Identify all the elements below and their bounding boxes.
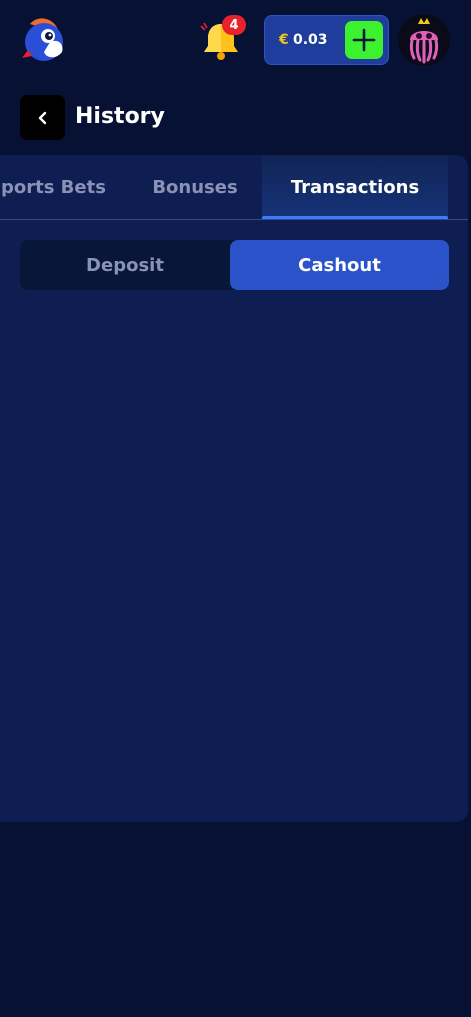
tab-transactions[interactable]: Transactions — [262, 155, 448, 219]
user-avatar[interactable] — [398, 14, 450, 66]
balance-widget[interactable]: € 0.03 — [264, 15, 389, 65]
deposit-segment-button[interactable]: Deposit — [20, 240, 230, 290]
jellyfish-avatar-icon — [409, 18, 439, 64]
history-tabs: Sports Bets Bonuses Transactions — [0, 155, 468, 220]
chevron-left-icon — [38, 111, 46, 124]
tab-bonuses[interactable]: Bonuses — [138, 155, 252, 219]
bird-logo-icon[interactable] — [20, 16, 66, 64]
tab-label: Bonuses — [152, 176, 238, 198]
page-title: History — [75, 104, 165, 129]
tab-label: Transactions — [290, 176, 420, 198]
balance-amount: 0.03 — [293, 32, 328, 48]
history-panel: Sports Bets Bonuses Transactions Deposit… — [0, 155, 468, 822]
tab-sports-bets[interactable]: Sports Bets — [0, 155, 118, 219]
currency-symbol: € — [279, 32, 289, 48]
plus-icon — [352, 28, 376, 52]
notification-count-badge: 4 — [222, 15, 246, 35]
tab-label: Sports Bets — [0, 176, 106, 198]
transaction-type-toggle: Deposit Cashout — [20, 240, 449, 290]
history-screen: 4 € 0.03 History ports Bets Bonuses Tran… — [0, 0, 471, 1017]
top-header: 4 € 0.03 — [0, 0, 471, 80]
cashout-segment-button[interactable]: Cashout — [230, 240, 449, 290]
active-tab-indicator — [262, 216, 448, 219]
add-funds-button[interactable] — [345, 21, 383, 59]
back-button[interactable] — [20, 95, 65, 140]
